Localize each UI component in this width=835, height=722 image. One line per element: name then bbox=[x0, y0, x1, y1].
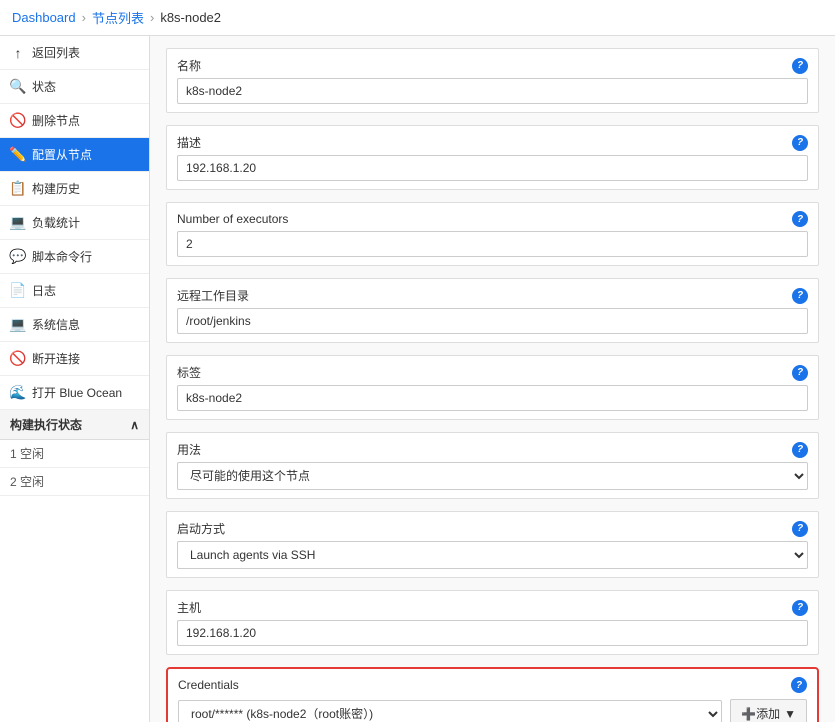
sidebar-item-script[interactable]: 💬 脚本命令行 bbox=[0, 240, 149, 274]
sidebar-item-label-config: 配置从节点 bbox=[32, 146, 92, 163]
launch-select[interactable]: Launch agents via SSH bbox=[177, 541, 808, 569]
executors-help-icon[interactable]: ? bbox=[792, 211, 808, 227]
labels-field-group: 标签 ? bbox=[166, 355, 819, 420]
credentials-help-icon[interactable]: ? bbox=[791, 677, 807, 693]
disconnect-icon: 🚫 bbox=[10, 351, 26, 367]
breadcrumb-nodelist[interactable]: 节点列表 bbox=[92, 8, 144, 27]
labels-input[interactable] bbox=[177, 385, 808, 411]
sysinfo-icon: 💻 bbox=[10, 317, 26, 333]
breadcrumb-dashboard[interactable]: Dashboard bbox=[12, 10, 76, 25]
usage-help-icon[interactable]: ? bbox=[792, 442, 808, 458]
script-icon: 💬 bbox=[10, 249, 26, 265]
history-icon: 📋 bbox=[10, 181, 26, 197]
sidebar-item-load-stats[interactable]: 💻 负载统计 bbox=[0, 206, 149, 240]
sidebar-item-config[interactable]: ✏️ 配置从节点 bbox=[0, 138, 149, 172]
collapse-icon[interactable]: ∧ bbox=[130, 418, 139, 432]
sidebar-item-label-script: 脚本命令行 bbox=[32, 248, 92, 265]
executor-1: 1 空闲 bbox=[0, 440, 149, 468]
add-label: ➕添加 bbox=[741, 705, 780, 722]
log-icon: 📄 bbox=[10, 283, 26, 299]
breadcrumb-sep1: › bbox=[82, 10, 86, 25]
credentials-select[interactable]: root/****** (k8s-node2（root账密）) bbox=[178, 700, 722, 722]
credentials-box: Credentials ? root/****** (k8s-node2（roo… bbox=[166, 667, 819, 722]
content-area: 名称 ? 描述 ? Number of executors ? 远程工作目录 bbox=[150, 36, 835, 722]
breadcrumb-current: k8s-node2 bbox=[160, 10, 221, 25]
name-help-icon[interactable]: ? bbox=[792, 58, 808, 74]
delete-icon: 🚫 bbox=[10, 113, 26, 129]
stats-icon: 💻 bbox=[10, 215, 26, 231]
usage-field-group: 用法 ? 尽可能的使用这个节点 bbox=[166, 432, 819, 499]
host-field-group: 主机 ? bbox=[166, 590, 819, 655]
build-executor-title: 构建执行状态 bbox=[10, 416, 82, 433]
executor-2: 2 空闲 bbox=[0, 468, 149, 496]
name-input[interactable] bbox=[177, 78, 808, 104]
labels-help-icon[interactable]: ? bbox=[792, 365, 808, 381]
host-input[interactable] bbox=[177, 620, 808, 646]
sidebar-item-sysinfo[interactable]: 💻 系统信息 bbox=[0, 308, 149, 342]
host-help-icon[interactable]: ? bbox=[792, 600, 808, 616]
executors-input[interactable] bbox=[177, 231, 808, 257]
remote-dir-field-group: 远程工作目录 ? bbox=[166, 278, 819, 343]
host-label: 主机 bbox=[177, 599, 201, 616]
sidebar-item-log[interactable]: 📄 日志 bbox=[0, 274, 149, 308]
executors-field-group: Number of executors ? bbox=[166, 202, 819, 266]
breadcrumb-sep2: › bbox=[150, 10, 154, 25]
launch-field-group: 启动方式 ? Launch agents via SSH bbox=[166, 511, 819, 578]
sidebar-item-build-history[interactable]: 📋 构建历史 bbox=[0, 172, 149, 206]
launch-help-icon[interactable]: ? bbox=[792, 521, 808, 537]
desc-field-group: 描述 ? bbox=[166, 125, 819, 190]
add-credentials-button[interactable]: ➕添加 ▼ bbox=[730, 699, 807, 722]
name-label: 名称 bbox=[177, 57, 201, 74]
sidebar-item-status[interactable]: 🔍 状态 bbox=[0, 70, 149, 104]
desc-input[interactable] bbox=[177, 155, 808, 181]
name-field-group: 名称 ? bbox=[166, 48, 819, 113]
config-icon: ✏️ bbox=[10, 147, 26, 163]
launch-label: 启动方式 bbox=[177, 520, 225, 537]
credentials-label: Credentials bbox=[178, 678, 239, 692]
sidebar-item-label-status: 状态 bbox=[32, 78, 56, 95]
remote-dir-help-icon[interactable]: ? bbox=[792, 288, 808, 304]
add-arrow-icon: ▼ bbox=[784, 707, 796, 721]
usage-label: 用法 bbox=[177, 441, 201, 458]
sidebar: ↑ 返回列表 🔍 状态 🚫 删除节点 ✏️ 配置从节点 📋 构建历史 💻 负载统… bbox=[0, 36, 150, 722]
usage-select[interactable]: 尽可能的使用这个节点 bbox=[177, 462, 808, 490]
sidebar-item-delete[interactable]: 🚫 删除节点 bbox=[0, 104, 149, 138]
labels-label: 标签 bbox=[177, 364, 201, 381]
sidebar-item-label-delete: 删除节点 bbox=[32, 112, 80, 129]
sidebar-item-disconnect[interactable]: 🚫 断开连接 bbox=[0, 342, 149, 376]
sidebar-item-label-blueocean: 打开 Blue Ocean bbox=[32, 384, 122, 401]
sidebar-item-label-sysinfo: 系统信息 bbox=[32, 316, 80, 333]
remote-dir-label: 远程工作目录 bbox=[177, 287, 249, 304]
executors-label: Number of executors bbox=[177, 212, 288, 226]
remote-dir-input[interactable] bbox=[177, 308, 808, 334]
sidebar-item-back[interactable]: ↑ 返回列表 bbox=[0, 36, 149, 70]
breadcrumb: Dashboard › 节点列表 › k8s-node2 bbox=[0, 0, 835, 36]
sidebar-item-blueocean[interactable]: 🌊 打开 Blue Ocean bbox=[0, 376, 149, 410]
sidebar-item-label-log: 日志 bbox=[32, 282, 56, 299]
search-icon: 🔍 bbox=[10, 79, 26, 95]
blueocean-icon: 🌊 bbox=[10, 385, 26, 401]
sidebar-item-label-load-stats: 负载统计 bbox=[32, 214, 80, 231]
sidebar-item-label-back: 返回列表 bbox=[32, 44, 80, 61]
sidebar-item-label-disconnect: 断开连接 bbox=[32, 350, 80, 367]
desc-help-icon[interactable]: ? bbox=[792, 135, 808, 151]
sidebar-item-label-build-history: 构建历史 bbox=[32, 180, 80, 197]
build-executor-section: 构建执行状态 ∧ bbox=[0, 410, 149, 440]
back-icon: ↑ bbox=[10, 45, 26, 61]
desc-label: 描述 bbox=[177, 134, 201, 151]
